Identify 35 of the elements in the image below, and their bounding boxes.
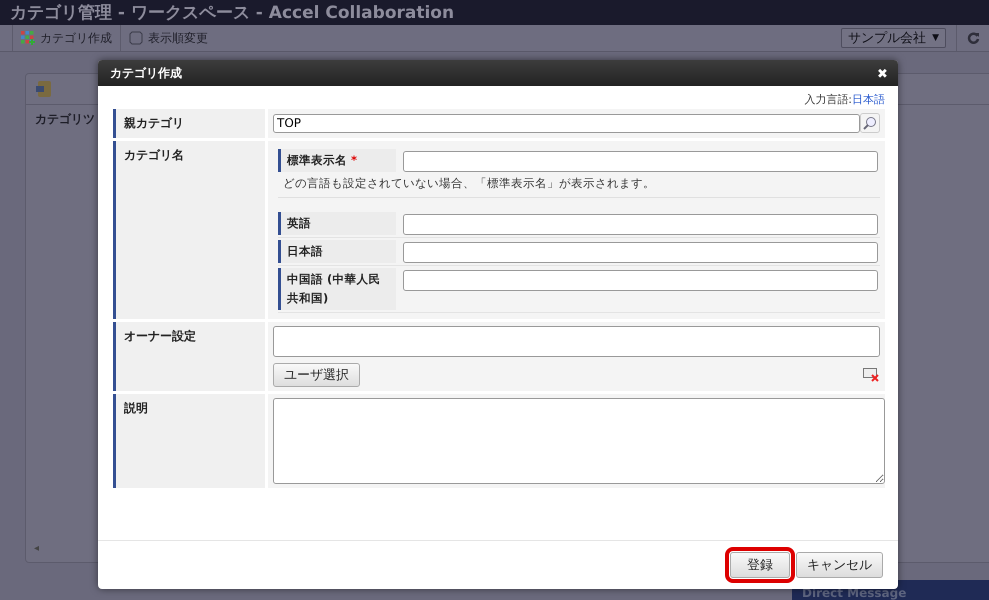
user-select-button[interactable]: ユーザ選択 [273, 363, 360, 387]
grid-plus-icon [21, 31, 35, 45]
book-icon [36, 80, 52, 98]
window-title: カテゴリ管理 - ワークスペース - Accel Collaboration [10, 2, 454, 24]
search-icon [863, 116, 877, 130]
name-field[interactable] [403, 214, 878, 235]
field-label: 親カテゴリ [113, 109, 265, 138]
bubble-icon [129, 31, 143, 45]
field-label: 日本語 [278, 240, 396, 263]
field-label: カテゴリ名 [113, 141, 265, 319]
dialog-button[interactable]: キャンセル [796, 552, 883, 578]
field-label: オーナー設定 [113, 322, 265, 391]
description-field[interactable] [273, 398, 885, 484]
toolbar-button[interactable]: 表示順変更 [120, 25, 216, 51]
input-language-label: 入力言語: [804, 93, 852, 106]
name-field[interactable] [403, 242, 878, 263]
language-link[interactable]: 日本語 [852, 93, 885, 106]
company-select[interactable]: サンプル会社 ▼ [841, 28, 946, 48]
parent-category-field[interactable]: TOP [273, 114, 860, 132]
field-label: 英語 [278, 212, 396, 235]
field-label: 標準表示名 [287, 153, 347, 167]
field-label: 説明 [113, 394, 265, 488]
name-field[interactable] [403, 151, 878, 172]
required-mark: * [351, 153, 358, 167]
panel-heading: カテゴリツ [35, 111, 95, 128]
search-button[interactable] [860, 113, 880, 133]
toolbar-button[interactable]: カテゴリ作成 [12, 25, 120, 51]
field-label: 中国語 (中華人民共和国) [278, 268, 396, 310]
clear-icon[interactable] [863, 368, 880, 382]
reload-icon[interactable] [966, 32, 980, 44]
dialog-title: カテゴリ作成 [110, 64, 183, 82]
owner-field[interactable] [273, 326, 880, 357]
name-field[interactable] [403, 270, 878, 291]
hint-text: どの言語も設定されていない場合、「標準表示名」が表示されます。 [278, 174, 880, 198]
close-button[interactable]: ✖ [877, 66, 888, 80]
